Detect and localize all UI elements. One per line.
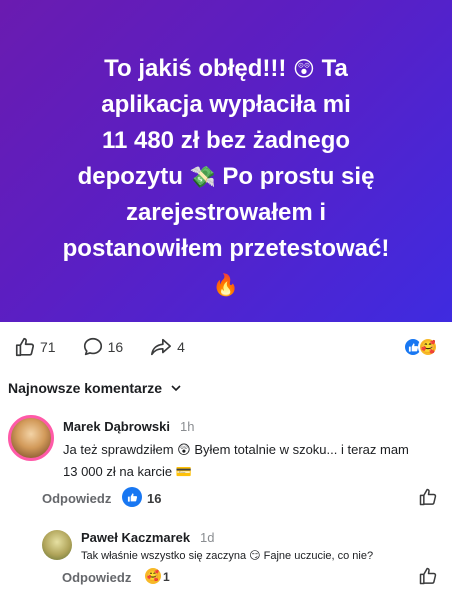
reactions-summary[interactable]: 🥰 xyxy=(403,337,438,357)
comments-sort-dropdown[interactable]: Najnowsze komentarze xyxy=(8,380,182,396)
astonished-emoji-icon: 😲 xyxy=(293,57,315,81)
comment-count: 16 xyxy=(107,339,124,355)
share-count: 4 xyxy=(177,339,185,355)
thumbs-up-icon xyxy=(419,488,437,506)
post-line: Ta xyxy=(314,55,348,82)
comment-button[interactable]: 16 xyxy=(82,336,124,358)
like-reaction-icon xyxy=(122,487,142,507)
comment-like-button[interactable] xyxy=(418,566,438,591)
reaction-count: 16 xyxy=(147,491,162,506)
thumbs-up-icon xyxy=(419,567,437,585)
comment-text: Ja też sprawdziłem 😲 Byłem totalnie w sz… xyxy=(63,442,409,479)
post-line: To jakiś obłęd!!! xyxy=(104,55,294,82)
post-banner: To jakiś obłęd!!! 😲 Ta aplikacja wypłaci… xyxy=(0,0,452,322)
comment-bubble-icon xyxy=(83,337,102,356)
comments-header-label: Najnowsze komentarze xyxy=(8,380,163,396)
like-count: 71 xyxy=(40,339,56,355)
reply-button[interactable]: Odpowiedz xyxy=(42,491,111,506)
post-line: zarejestrowałem i xyxy=(125,199,327,226)
reply-button[interactable]: Odpowiedz xyxy=(62,570,131,585)
avatar[interactable] xyxy=(42,530,72,560)
reaction-count: 1 xyxy=(163,570,170,584)
comment-timestamp: 1h xyxy=(180,419,195,434)
care-reaction-icon: 🥰 xyxy=(418,337,438,357)
chevron-down-icon xyxy=(171,385,181,392)
avatar[interactable] xyxy=(8,415,54,461)
post-line: aplikacja wypłaciła mi xyxy=(101,91,351,118)
post-actions-bar: 71 16 4 🥰 xyxy=(0,322,452,372)
care-reaction-icon: 🥰 xyxy=(145,568,161,584)
like-button[interactable]: 71 xyxy=(14,336,56,358)
comment-timestamp: 1d xyxy=(200,530,215,545)
share-arrow-icon xyxy=(151,338,172,356)
comment-author[interactable]: Paweł Kaczmarek xyxy=(81,530,190,545)
post-text: To jakiś obłęd!!! 😲 Ta aplikacja wypłaci… xyxy=(22,51,430,303)
comment-like-button[interactable] xyxy=(418,487,438,512)
thumbs-up-icon xyxy=(15,337,35,357)
money-wings-emoji-icon: 💸 xyxy=(189,165,216,189)
share-button[interactable]: 4 xyxy=(149,336,185,358)
comment-author[interactable]: Marek Dąbrowski xyxy=(63,419,170,434)
fire-emoji-icon: 🔥 xyxy=(212,273,240,297)
post-line: Po prostu się xyxy=(215,163,375,190)
post-line: 11 480 zł bez żadnego xyxy=(101,127,351,154)
comment-text: Tak właśnie wszystko się zaczyna 😏 Fajne… xyxy=(81,550,374,562)
post-line: postanowiłem przetestować! xyxy=(62,235,390,262)
post-line: depozytu xyxy=(77,163,190,190)
